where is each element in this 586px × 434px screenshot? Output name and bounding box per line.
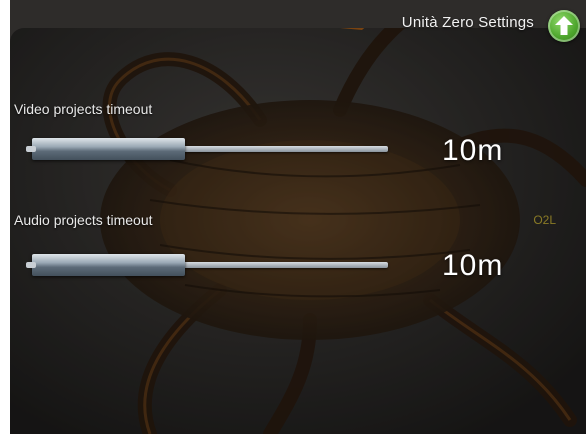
slider-fill[interactable] [25, 138, 186, 160]
cockroach-wallpaper [10, 28, 586, 434]
code-tag: O2L [533, 213, 556, 227]
upload-button[interactable] [548, 10, 580, 42]
audio-timeout-value: 10m [442, 249, 504, 282]
slider-fill[interactable] [25, 254, 186, 276]
settings-screen: Unità Zero Settings Video projects timeo… [10, 0, 586, 434]
audio-timeout-label: Audio projects timeout [14, 212, 153, 228]
page-title: Unità Zero Settings [401, 14, 534, 31]
top-bar: Unità Zero Settings [10, 0, 586, 48]
video-timeout-value: 10m [442, 134, 504, 167]
background-image-frame [10, 28, 586, 434]
audio-timeout-slider[interactable] [25, 254, 388, 276]
up-arrow-circle-icon [555, 16, 573, 35]
video-timeout-label: Video projects timeout [14, 101, 153, 117]
video-timeout-slider[interactable] [25, 138, 388, 160]
